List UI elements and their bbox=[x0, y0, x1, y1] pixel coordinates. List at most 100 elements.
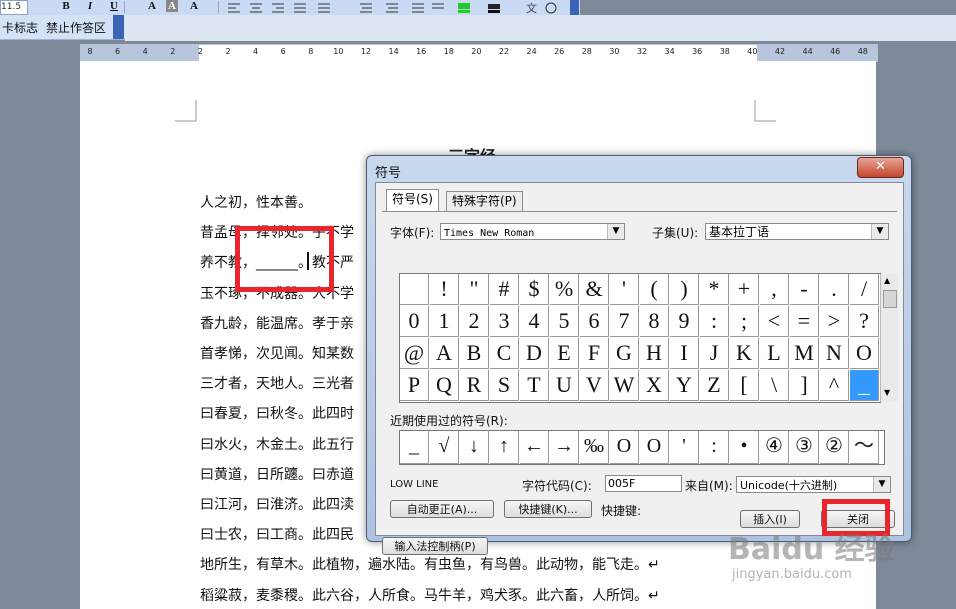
toolbar-options-button[interactable] bbox=[570, 0, 579, 15]
recent-symbol-cell[interactable]: • bbox=[730, 431, 759, 464]
symbol-cell[interactable]: 6 bbox=[580, 306, 609, 337]
recent-symbol-cell[interactable]: ↑ bbox=[490, 431, 519, 464]
symbol-cell[interactable]: B bbox=[460, 338, 489, 369]
symbol-cell[interactable]: D bbox=[520, 338, 549, 369]
symbol-cell[interactable] bbox=[400, 274, 429, 305]
recent-symbol-cell[interactable]: ↓ bbox=[460, 431, 489, 464]
recent-symbol-cell[interactable]: : bbox=[700, 431, 729, 464]
recent-symbol-cell[interactable]: ② bbox=[820, 431, 849, 464]
symbol-cell[interactable]: 9 bbox=[670, 306, 699, 337]
symbol-cell[interactable]: G bbox=[610, 338, 639, 369]
recent-symbol-cell[interactable]: O bbox=[610, 431, 639, 464]
recent-symbol-cell[interactable]: ← bbox=[520, 431, 549, 464]
symbol-cell[interactable]: C bbox=[490, 338, 519, 369]
symbol-cell[interactable]: S bbox=[490, 370, 519, 401]
symbol-cell[interactable]: " bbox=[460, 274, 489, 305]
bold-button[interactable]: B bbox=[60, 0, 72, 12]
symbol-cell[interactable]: 4 bbox=[520, 306, 549, 337]
symbol-cell[interactable]: ? bbox=[850, 306, 879, 337]
symbol-cell[interactable]: H bbox=[640, 338, 669, 369]
symbol-cell[interactable]: 5 bbox=[550, 306, 579, 337]
chevron-down-icon[interactable]: ▼ bbox=[871, 224, 888, 239]
char-border-button[interactable]: A bbox=[146, 0, 158, 12]
symbol-cell[interactable]: 1 bbox=[430, 306, 459, 337]
horizontal-ruler[interactable]: 8 6 4 2 2 2 4 6 8 10 12 14 16 18 20 22 24 26 28 30 32 34 36 38 4… bbox=[80, 44, 878, 62]
symbol-cell[interactable]: U bbox=[550, 370, 579, 401]
tab-symbols[interactable]: 符号(S) bbox=[386, 189, 439, 212]
symbol-cell[interactable]: K bbox=[730, 338, 759, 369]
recent-symbol-cell[interactable]: ' bbox=[670, 431, 699, 464]
symbol-cell[interactable]: ^ bbox=[820, 370, 849, 401]
symbol-cell[interactable]: P bbox=[400, 370, 429, 401]
recent-symbol-cell[interactable]: _ bbox=[400, 431, 429, 464]
card-mark-button[interactable]: 卡标志 bbox=[2, 19, 38, 36]
recent-symbol-cell[interactable]: ‰ bbox=[580, 431, 609, 464]
recent-symbol-cell[interactable]: √ bbox=[430, 431, 459, 464]
char-scale-button[interactable]: A bbox=[188, 0, 200, 12]
recent-symbol-cell[interactable]: ～ bbox=[850, 431, 879, 464]
tab-special-chars[interactable]: 特殊字符(P) bbox=[446, 191, 523, 211]
dialog-close-x-button[interactable]: ✕ bbox=[857, 157, 904, 178]
charcode-input[interactable]: 005F bbox=[605, 475, 682, 492]
from-select[interactable]: Unicode(十六进制) ▼ bbox=[736, 476, 891, 493]
symbol-cell[interactable]: ! bbox=[430, 274, 459, 305]
symbol-cell[interactable]: > bbox=[820, 306, 849, 337]
symbol-cell[interactable]: [ bbox=[730, 370, 759, 401]
ime-control-button[interactable]: 输入法控制柄(P) bbox=[382, 537, 488, 555]
symbol-cell[interactable]: , bbox=[760, 274, 789, 305]
symbol-grid[interactable]: ▲ ▼ ! " # $% & '() * +, -./ 0 1 2 3 4 5 6 7 8 9:; < = >? @ A B C D… bbox=[399, 273, 898, 403]
symbol-cell[interactable]: * bbox=[700, 274, 729, 305]
symbol-cell[interactable]: : bbox=[700, 306, 729, 337]
char-shading-button[interactable]: A bbox=[166, 0, 178, 12]
symbol-cell[interactable]: J bbox=[700, 338, 729, 369]
symbol-cell[interactable]: ' bbox=[610, 274, 639, 305]
symbol-cell[interactable]: = bbox=[790, 306, 819, 337]
symbol-cell[interactable]: M bbox=[790, 338, 819, 369]
symbol-cell[interactable]: I bbox=[670, 338, 699, 369]
symbol-cell[interactable]: @ bbox=[400, 338, 429, 369]
symbol-cell[interactable]: 3 bbox=[490, 306, 519, 337]
toolbar2-options-button[interactable] bbox=[113, 15, 124, 39]
symbol-cell[interactable]: ( bbox=[640, 274, 669, 305]
symbol-cell[interactable]: 0 bbox=[400, 306, 429, 337]
symbol-cell[interactable]: E bbox=[550, 338, 579, 369]
symbol-cell[interactable]: O bbox=[850, 338, 879, 369]
symbol-cell[interactable]: R bbox=[460, 370, 489, 401]
scrollbar-thumb[interactable] bbox=[883, 290, 897, 308]
chevron-down-icon[interactable]: ▼ bbox=[607, 224, 624, 239]
symbol-grid-scrollbar[interactable]: ▲ ▼ bbox=[880, 274, 898, 402]
underline-button[interactable]: U bbox=[108, 0, 120, 12]
symbol-cell[interactable]: + bbox=[730, 274, 759, 305]
recent-symbol-cell[interactable]: ④ bbox=[760, 431, 789, 464]
symbol-cell[interactable]: Y bbox=[670, 370, 699, 401]
symbol-cell[interactable]: < bbox=[760, 306, 789, 337]
symbol-cell[interactable]: _ bbox=[850, 370, 879, 401]
scroll-up-icon[interactable]: ▲ bbox=[884, 276, 890, 285]
chevron-down-icon[interactable]: ▼ bbox=[873, 477, 890, 492]
symbol-cell[interactable]: & bbox=[580, 274, 609, 305]
shortcut-key-button[interactable]: 快捷键(K)... bbox=[504, 500, 592, 518]
autocorrect-button[interactable]: 自动更正(A)... bbox=[390, 500, 494, 518]
symbol-cell[interactable]: ] bbox=[790, 370, 819, 401]
scroll-down-icon[interactable]: ▼ bbox=[884, 388, 890, 397]
symbol-cell[interactable]: W bbox=[610, 370, 639, 401]
symbol-cell[interactable]: \ bbox=[760, 370, 789, 401]
recent-symbol-cell[interactable]: O bbox=[640, 431, 669, 464]
symbol-cell[interactable]: T bbox=[520, 370, 549, 401]
font-size-box[interactable]: 11.5 bbox=[0, 0, 28, 15]
symbol-cell[interactable]: N bbox=[820, 338, 849, 369]
align-icons[interactable]: 文 bbox=[226, 1, 566, 14]
symbol-cell[interactable]: F bbox=[580, 338, 609, 369]
symbol-cell[interactable]: % bbox=[550, 274, 579, 305]
symbol-cell[interactable]: X bbox=[640, 370, 669, 401]
font-select[interactable]: Times New Roman ▼ bbox=[440, 223, 625, 240]
symbol-cell[interactable]: Z bbox=[700, 370, 729, 401]
symbol-cell[interactable]: L bbox=[760, 338, 789, 369]
symbol-cell[interactable]: / bbox=[850, 274, 879, 305]
symbol-cell[interactable]: ; bbox=[730, 306, 759, 337]
no-answer-zone-button[interactable]: 禁止作答区 bbox=[46, 19, 106, 36]
symbol-cell[interactable]: ) bbox=[670, 274, 699, 305]
recent-symbol-cell[interactable]: → bbox=[550, 431, 579, 464]
recent-symbol-cell[interactable]: ③ bbox=[790, 431, 819, 464]
symbol-cell[interactable]: $ bbox=[520, 274, 549, 305]
